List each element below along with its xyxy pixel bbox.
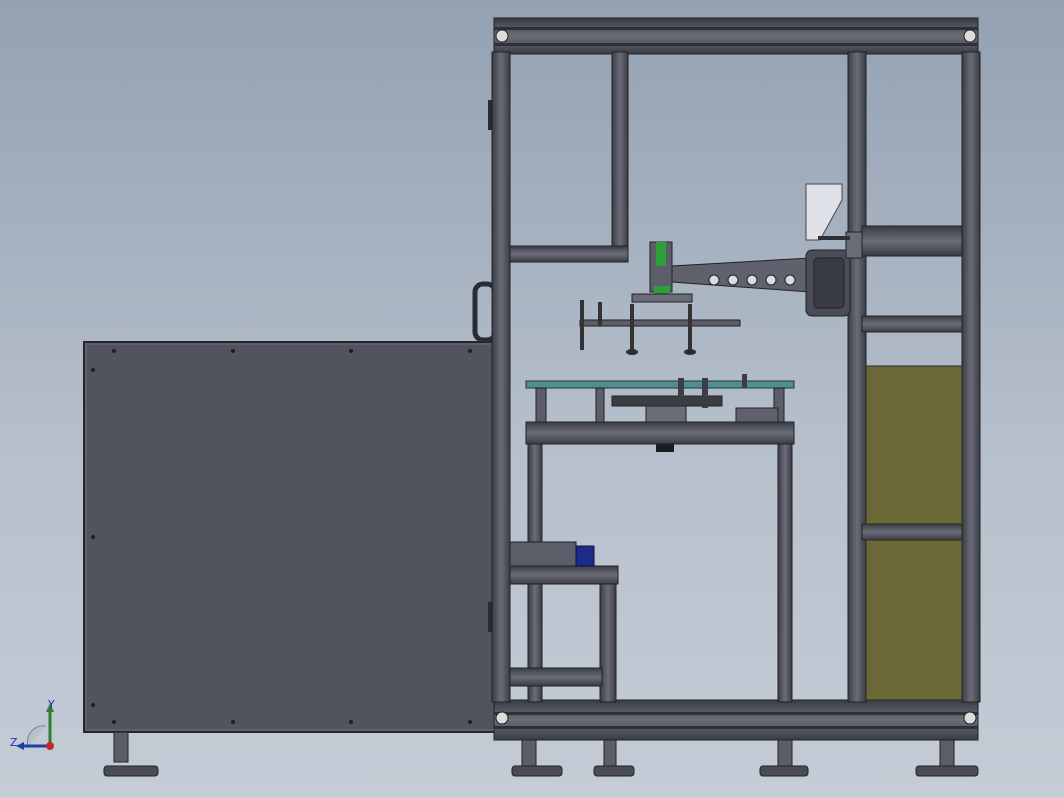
x-axis-icon bbox=[46, 742, 54, 750]
side-cabinet-panel bbox=[83, 341, 497, 733]
machine-assembly-model[interactable] bbox=[0, 0, 1064, 798]
orientation-triad[interactable]: Y Z bbox=[8, 698, 68, 758]
z-axis-label: Z bbox=[10, 736, 18, 749]
cad-viewport[interactable]: Y Z bbox=[0, 0, 1064, 798]
glass-fixture bbox=[525, 374, 795, 423]
lower-shelf bbox=[509, 541, 619, 703]
y-axis-label: Y bbox=[47, 698, 55, 711]
